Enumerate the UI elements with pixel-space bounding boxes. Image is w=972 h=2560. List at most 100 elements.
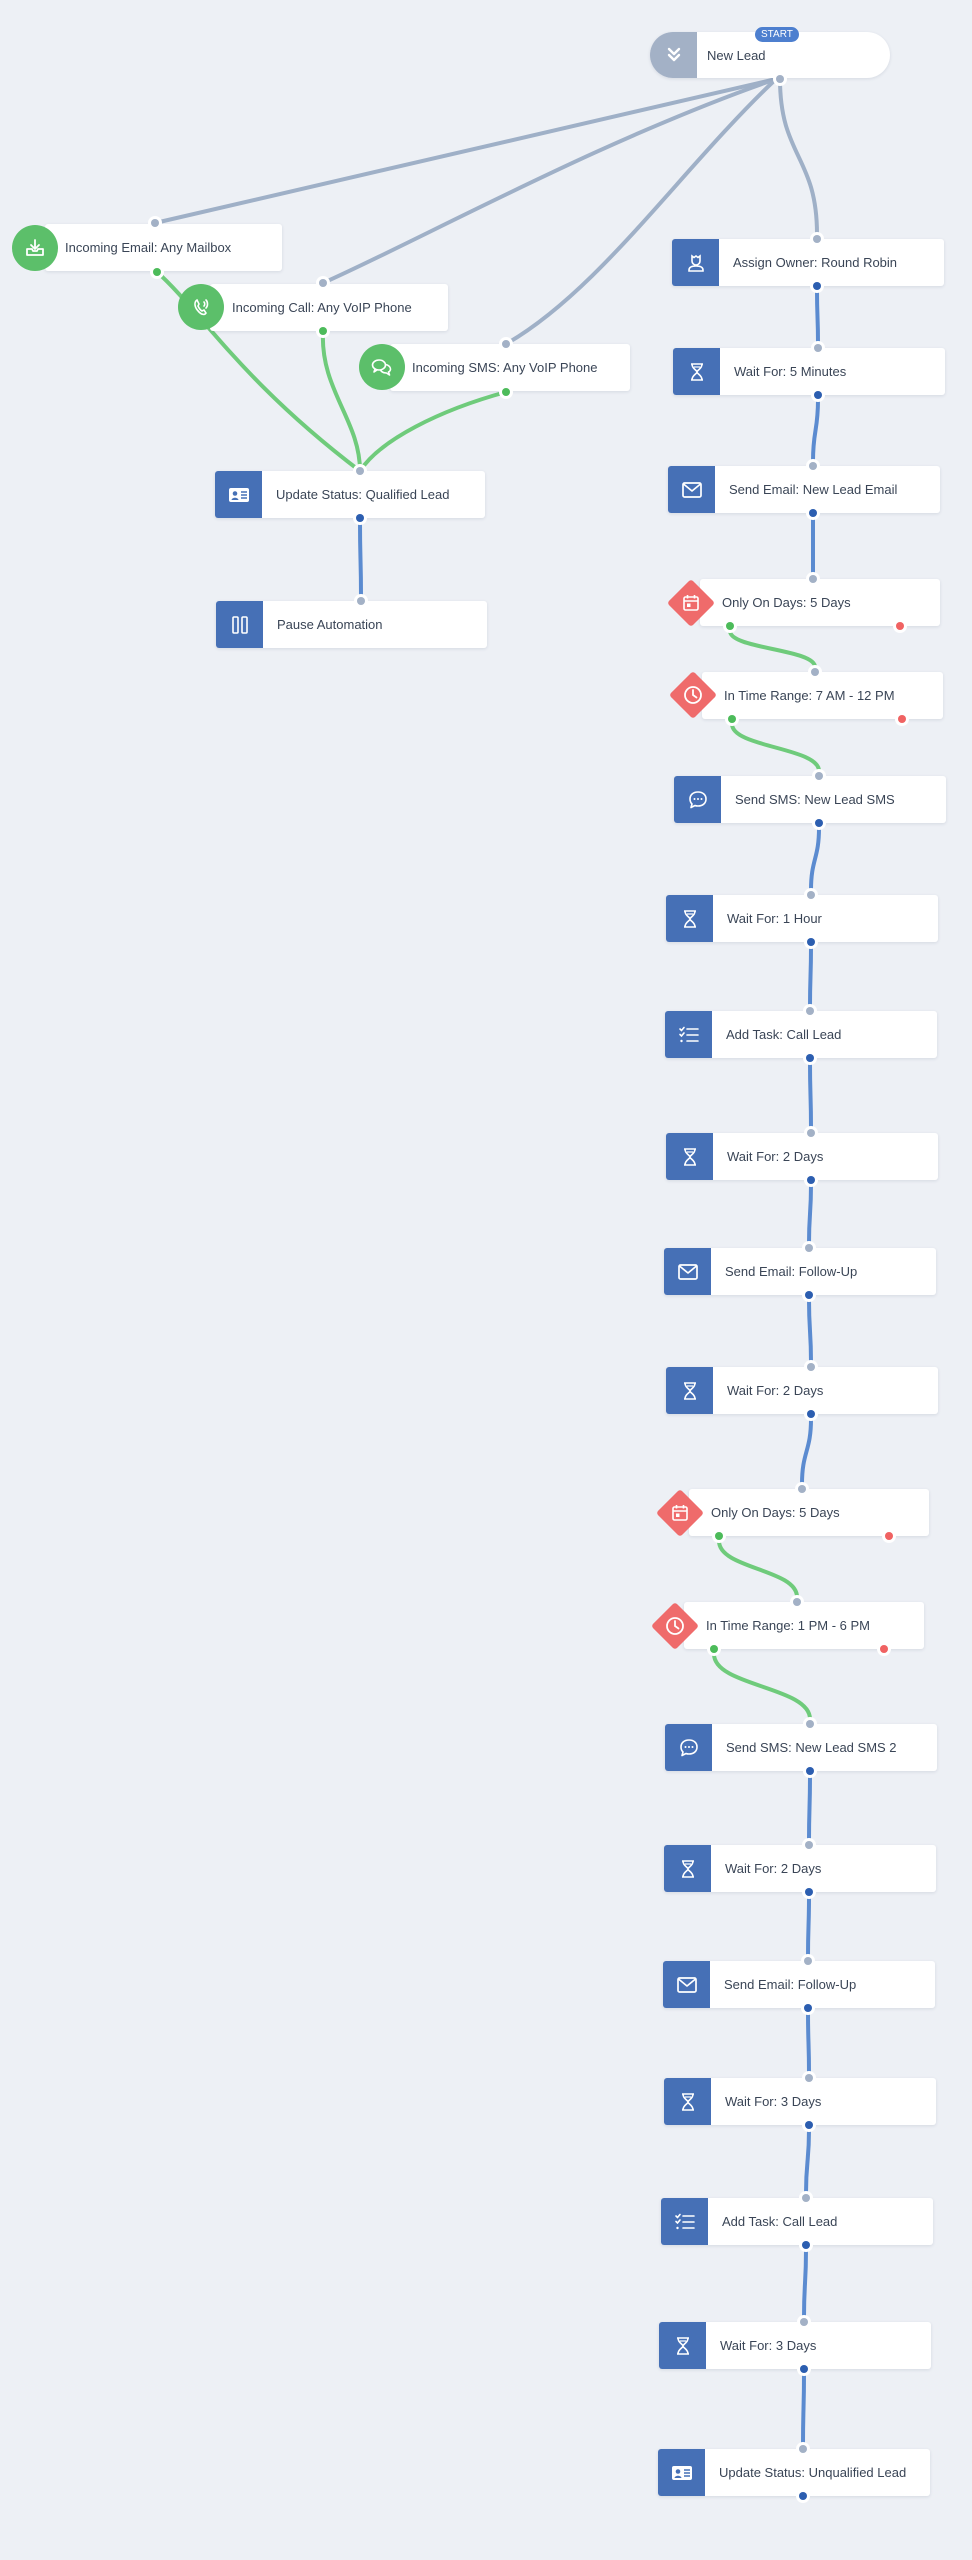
no-port[interactable] (895, 712, 909, 726)
action-step[interactable]: Send SMS: New Lead SMS (674, 776, 946, 823)
action-update-status-qualified[interactable]: Update Status: Qualified Lead (215, 471, 485, 518)
output-port[interactable] (802, 1885, 816, 1899)
action-step[interactable]: Assign Owner: Round Robin (672, 239, 944, 286)
output-port[interactable] (804, 1173, 818, 1187)
action-wire (807, 1298, 813, 1364)
output-port[interactable] (811, 388, 825, 402)
yes-port[interactable] (723, 619, 737, 633)
action-step[interactable]: Update Status: Unqualified Lead (658, 2449, 930, 2496)
step-label: Only On Days: 5 Days (711, 1505, 840, 1520)
output-port[interactable] (804, 1407, 818, 1421)
output-port[interactable] (810, 279, 824, 293)
output-port[interactable] (353, 511, 367, 525)
step-label: Send Email: New Lead Email (729, 482, 898, 497)
action-step[interactable]: Send Email: New Lead Email (668, 466, 940, 513)
yes-port[interactable] (712, 1529, 726, 1543)
output-port[interactable] (806, 506, 820, 520)
condition-step[interactable]: Only On Days: 5 Days (689, 1489, 929, 1536)
input-port[interactable] (804, 1126, 818, 1140)
input-port[interactable] (811, 341, 825, 355)
envelope-icon (663, 1961, 710, 2008)
output-port[interactable] (801, 2001, 815, 2015)
action-step[interactable]: Wait For: 2 Days (666, 1133, 938, 1180)
action-wire (358, 521, 363, 598)
step-label: Wait For: 2 Days (727, 1149, 824, 1164)
action-step[interactable]: Wait For: 3 Days (659, 2322, 931, 2369)
input-port[interactable] (804, 1360, 818, 1374)
action-step[interactable]: Wait For: 2 Days (664, 1845, 936, 1892)
start-output-port[interactable] (773, 72, 787, 86)
action-step[interactable]: Wait For: 3 Days (664, 2078, 936, 2125)
trigger-input-port[interactable] (316, 276, 330, 290)
clock-icon (658, 1609, 692, 1643)
input-port[interactable] (806, 572, 820, 586)
output-port[interactable] (802, 1288, 816, 1302)
hourglass-icon (666, 1367, 713, 1414)
output-port[interactable] (802, 2118, 816, 2132)
trigger-input-port[interactable] (148, 216, 162, 230)
action-wire (807, 1183, 813, 1245)
output-port[interactable] (812, 816, 826, 830)
action-pause-automation[interactable]: Pause Automation (216, 601, 487, 648)
action-wire (800, 1417, 813, 1486)
output-port[interactable] (804, 935, 818, 949)
trigger-incoming-sms[interactable]: Incoming SMS: Any VoIP Phone (390, 344, 630, 391)
trigger-output-port[interactable] (499, 385, 513, 399)
step-label: Wait For: 2 Days (725, 1861, 822, 1876)
output-port[interactable] (796, 2489, 810, 2503)
yes-port[interactable] (707, 1642, 721, 1656)
step-label: Wait For: 3 Days (725, 2094, 822, 2109)
input-port[interactable] (795, 1482, 809, 1496)
input-port[interactable] (802, 2071, 816, 2085)
calendar-icon (674, 586, 708, 620)
action-step[interactable]: Add Task: Call Lead (661, 2198, 933, 2245)
output-port[interactable] (799, 2238, 813, 2252)
hourglass-icon (659, 2322, 706, 2369)
action-step[interactable]: Wait For: 2 Days (666, 1367, 938, 1414)
step-label: Wait For: 2 Days (727, 1383, 824, 1398)
action-step[interactable]: Wait For: 1 Hour (666, 895, 938, 942)
trigger-incoming-email[interactable]: Incoming Email: Any Mailbox (45, 224, 282, 271)
output-port[interactable] (803, 1051, 817, 1065)
no-port[interactable] (893, 619, 907, 633)
no-port[interactable] (877, 1642, 891, 1656)
input-port[interactable] (803, 1717, 817, 1731)
id-card-icon (658, 2449, 705, 2496)
action-step[interactable]: Send Email: Follow-Up (663, 1961, 935, 2008)
input-port[interactable] (803, 1004, 817, 1018)
input-port[interactable] (796, 2442, 810, 2456)
trigger-input-port[interactable] (499, 337, 513, 351)
output-port[interactable] (803, 1764, 817, 1778)
action-label: Pause Automation (277, 617, 383, 632)
trigger-incoming-call[interactable]: Incoming Call: Any VoIP Phone (210, 284, 448, 331)
input-port[interactable] (802, 1241, 816, 1255)
input-port[interactable] (799, 2191, 813, 2205)
condition-step[interactable]: In Time Range: 7 AM - 12 PM (702, 672, 943, 719)
input-port[interactable] (797, 2315, 811, 2329)
input-port[interactable] (354, 594, 368, 608)
input-port[interactable] (810, 232, 824, 246)
input-port[interactable] (806, 459, 820, 473)
input-port[interactable] (808, 665, 822, 679)
input-port[interactable] (353, 464, 367, 478)
step-label: Send Email: Follow-Up (724, 1977, 857, 1992)
condition-step[interactable]: Only On Days: 5 Days (700, 579, 940, 626)
output-port[interactable] (797, 2362, 811, 2376)
yes-wire (717, 1539, 799, 1599)
input-port[interactable] (812, 769, 826, 783)
action-step[interactable]: Wait For: 5 Minutes (673, 348, 945, 395)
action-step[interactable]: Send Email: Follow-Up (664, 1248, 936, 1295)
trigger-output-port[interactable] (316, 324, 330, 338)
trigger-output-port[interactable] (150, 265, 164, 279)
input-port[interactable] (802, 1838, 816, 1852)
input-port[interactable] (804, 888, 818, 902)
no-port[interactable] (882, 1529, 896, 1543)
condition-step[interactable]: In Time Range: 1 PM - 6 PM (684, 1602, 924, 1649)
input-port[interactable] (801, 1954, 815, 1968)
input-port[interactable] (790, 1595, 804, 1609)
action-step[interactable]: Add Task: Call Lead (665, 1011, 937, 1058)
id-card-icon (215, 471, 262, 518)
step-label: In Time Range: 7 AM - 12 PM (724, 688, 895, 703)
yes-port[interactable] (725, 712, 739, 726)
action-step[interactable]: Send SMS: New Lead SMS 2 (665, 1724, 937, 1771)
